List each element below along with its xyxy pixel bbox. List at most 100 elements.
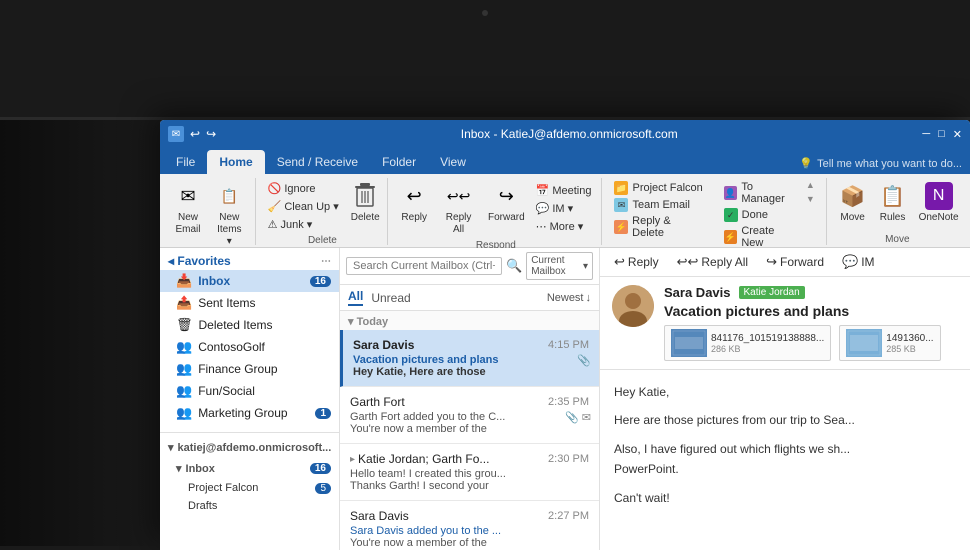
tab-send-receive[interactable]: Send / Receive (265, 150, 370, 174)
attach-size-1: 286 KB (711, 344, 824, 354)
sort-dropdown[interactable]: Newest ↓ (547, 292, 591, 304)
sub-drafts[interactable]: Drafts (160, 497, 339, 515)
ignore-label: Ignore (284, 183, 315, 195)
body-line-3: Can't wait! (614, 488, 956, 508)
qs-done-label: Done (742, 209, 768, 221)
tab-folder[interactable]: Folder (370, 150, 428, 174)
account-inbox-header[interactable]: ▾ Inbox 16 (160, 458, 339, 479)
folder-deleted-items[interactable]: 🗑 Deleted Items (160, 314, 339, 336)
tell-me-bar[interactable]: 💡 Tell me what you want to do... (799, 157, 970, 174)
close-btn[interactable]: ✕ (953, 128, 962, 141)
collapse-arrow-icon[interactable]: ⋯ (321, 256, 331, 267)
new-items-button[interactable]: 📋 NewItems ▾ (210, 180, 249, 250)
search-scope-dropdown[interactable]: Current Mailbox ▾ (526, 252, 593, 280)
sub-falcon-label: Project Falcon (188, 482, 258, 494)
minimize-btn[interactable]: ─ (922, 128, 930, 141)
message-item-katie-garth[interactable]: ▸ Katie Jordan; Garth Fo... 2:30 PM Hell… (340, 444, 599, 501)
search-input[interactable] (346, 257, 502, 275)
ribbon-group-delete: 🚫 Ignore 🧹 Clean Up ▾ ⚠ Junk ▾ (258, 178, 389, 245)
attachments-row: 841176_101519138888... 286 KB (664, 325, 958, 361)
quick-step-project-falcon[interactable]: 📁 Project Falcon (610, 180, 707, 196)
quick-step-done[interactable]: ✓ Done (720, 207, 802, 223)
msg-time-4: 2:27 PM (548, 510, 589, 522)
folder-sent-items[interactable]: 📤 Sent Items (160, 292, 339, 314)
folder-contosogolf[interactable]: 👥 ContosoGolf (160, 336, 339, 358)
filter-all[interactable]: All (348, 289, 363, 306)
delete-button[interactable]: Delete (347, 180, 384, 226)
msg-subject-3: Hello team! I created this grou... (350, 468, 589, 480)
reading-forward-btn[interactable]: ↪ Forward (760, 252, 830, 272)
undo-btn[interactable]: ↩ (190, 127, 200, 141)
tab-view[interactable]: View (428, 150, 478, 174)
more-button[interactable]: ⋯ More ▾ (532, 218, 596, 235)
folder-fun-social[interactable]: 👥 Fun/Social (160, 380, 339, 402)
quick-step-to-manager[interactable]: 👤 To Manager (720, 180, 802, 206)
account-inbox-label: Inbox (186, 463, 215, 475)
message-item-sara-vacation[interactable]: Sara Davis 4:15 PM Vacation pictures and… (340, 330, 599, 387)
move-label: Move (840, 212, 864, 224)
tab-home[interactable]: Home (207, 150, 264, 174)
qs-scroll-up[interactable]: ▲ (806, 180, 820, 190)
onenote-label: OneNote (919, 212, 959, 224)
attachment-1[interactable]: 841176_101519138888... 286 KB (664, 325, 831, 361)
attachment-2[interactable]: 1491360... 285 KB (839, 325, 940, 361)
reading-reply-icon: ↩ (614, 254, 625, 270)
message-item-sara-added[interactable]: Sara Davis 2:27 PM Sara Davis added you … (340, 501, 599, 550)
folder-marketing-group[interactable]: 👥 Marketing Group 1 (160, 402, 339, 424)
qs-team-label: Team Email (632, 199, 689, 211)
msg-sender-2: Garth Fort (350, 395, 405, 409)
reply-button[interactable]: ↩ Reply (396, 180, 432, 226)
search-icon[interactable]: 🔍 (506, 258, 522, 274)
qs-rd-label: Reply & Delete (632, 215, 704, 239)
filter-unread[interactable]: Unread (371, 291, 410, 305)
attachment-icon-1: 📎 (577, 354, 591, 367)
group-arrow-icon: ▸ (350, 454, 355, 465)
junk-button[interactable]: ⚠ Junk ▾ (264, 216, 343, 233)
msg-time-2: 2:35 PM (548, 396, 589, 408)
onenote-button[interactable]: N OneNote (915, 180, 963, 226)
qs-done-icon: ✓ (724, 208, 738, 222)
ribbon-group-quick-steps: 📁 Project Falcon ✉ Team Email ⚡ Reply & … (604, 178, 826, 245)
cleanup-icon: 🧹 (268, 200, 282, 213)
msg-subject-2: Garth Fort added you to the C... (350, 411, 589, 423)
sender-name: Sara Davis (664, 285, 731, 300)
cleanup-button[interactable]: 🧹 Clean Up ▾ (264, 198, 343, 215)
account-inbox-badge: 16 (310, 463, 331, 474)
new-email-icon: ✉ (174, 182, 202, 210)
forward-button[interactable]: ↪ Forward (485, 180, 528, 226)
reply-all-button[interactable]: ↩↩ Reply All (436, 180, 481, 238)
reading-reply-btn[interactable]: ↩ Reply (608, 252, 665, 272)
quick-step-team-email[interactable]: ✉ Team Email (610, 197, 707, 213)
junk-icon: ⚠ (268, 218, 278, 231)
folder-inbox[interactable]: 📥 Inbox 16 (160, 270, 339, 292)
new-email-button[interactable]: ✉ NewEmail (170, 180, 206, 238)
qs-scroll-dn[interactable]: ▼ (806, 194, 820, 204)
tab-file[interactable]: File (164, 150, 207, 174)
redo-btn[interactable]: ↪ (206, 127, 216, 141)
cleanup-label: Clean Up ▾ (284, 200, 338, 213)
quick-step-reply-delete[interactable]: ⚡ Reply & Delete (610, 214, 707, 240)
reading-im-btn[interactable]: 💬 IM (836, 252, 881, 272)
account-section: ▾ katiej@afdemo.onmicrosoft... ▾ Inbox 1… (160, 432, 339, 515)
body-line-2: Also, I have figured out which flights w… (614, 439, 956, 480)
attach-preview-1 (671, 329, 707, 357)
quick-step-create-new[interactable]: ⚡ Create New (720, 224, 802, 250)
deleted-folder-icon: 🗑 (176, 317, 193, 333)
forward-icon: ↪ (492, 182, 520, 210)
im-button[interactable]: 💬 IM ▾ (532, 200, 596, 217)
attach-name-2: 1491360... (886, 333, 933, 344)
finance-label: Finance Group (198, 362, 277, 376)
sub-project-falcon[interactable]: Project Falcon 5 (160, 479, 339, 497)
fun-icon: 👥 (176, 383, 192, 399)
message-item-garth[interactable]: Garth Fort 2:35 PM Garth Fort added you … (340, 387, 599, 444)
folder-finance-group[interactable]: 👥 Finance Group (160, 358, 339, 380)
rules-button[interactable]: 📋 Rules (875, 180, 911, 226)
msg-preview-4: You're now a member of the (350, 537, 589, 549)
reading-reply-all-btn[interactable]: ↩↩ Reply All (671, 252, 754, 272)
sub-falcon-badge: 5 (315, 483, 331, 494)
move-button[interactable]: 📦 Move (835, 180, 871, 226)
search-bar: 🔍 Current Mailbox ▾ (340, 248, 599, 285)
meeting-button[interactable]: 📅 Meeting (532, 182, 596, 199)
ignore-button[interactable]: 🚫 Ignore (264, 180, 343, 197)
maximize-btn[interactable]: □ (938, 128, 945, 141)
